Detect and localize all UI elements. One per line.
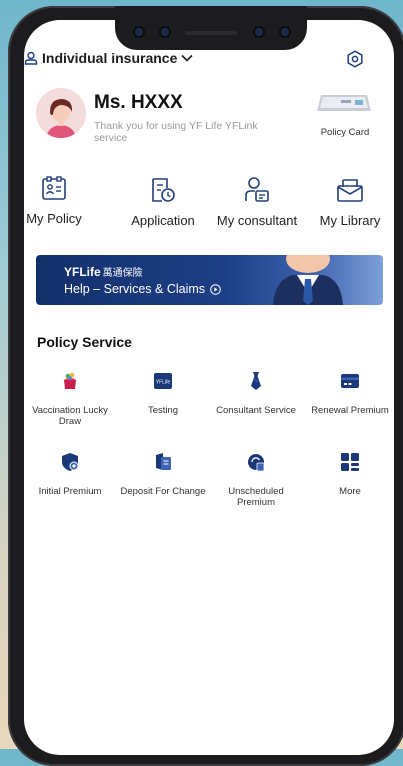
- vaccination-lucky-draw-button[interactable]: Vaccination Lucky Draw: [26, 371, 114, 427]
- avatar[interactable]: [36, 88, 86, 138]
- quick-action-label: My consultant: [216, 213, 298, 228]
- insurance-type-selector[interactable]: Individual insurance: [24, 50, 193, 66]
- help-services-banner[interactable]: YFLife 萬通保險 Help – Services & Claims: [36, 255, 383, 305]
- settings-icon[interactable]: [346, 50, 364, 68]
- camera-notch: [115, 6, 307, 50]
- gift-icon: [64, 372, 76, 389]
- welcome-text: Thank you for using YF Life YFLink servi…: [94, 120, 258, 144]
- camera-lens: [161, 28, 169, 36]
- help-link: Help – Services & Claims: [64, 282, 221, 296]
- policy-card-button[interactable]: Policy Card: [310, 92, 380, 142]
- tie-icon: [251, 372, 261, 390]
- brand-name: YFLife: [64, 265, 101, 279]
- user-name: Ms. HXXX: [94, 92, 183, 113]
- sensor-dot: [255, 28, 263, 36]
- quick-action-label: My Policy: [26, 211, 82, 226]
- shield-plus-icon: [62, 453, 79, 471]
- consultant-service-button[interactable]: Consultant Service: [212, 371, 300, 416]
- service-label: Deposit For Change: [120, 486, 206, 497]
- consultant-icon: [245, 177, 269, 202]
- policy-card-icon: [317, 95, 371, 111]
- deposit-doc-icon: [156, 453, 171, 470]
- refresh-doc-icon: [248, 454, 265, 472]
- my-library-button[interactable]: My Library: [304, 176, 396, 228]
- unscheduled-premium-button[interactable]: Unscheduled Premium: [212, 452, 300, 508]
- top-bar: Individual insurance: [24, 50, 364, 72]
- service-label: Initial Premium: [38, 486, 102, 497]
- my-consultant-button[interactable]: My consultant: [211, 176, 303, 228]
- policy-service-title: Policy Service: [37, 334, 132, 350]
- service-label: Renewal Premium: [311, 405, 389, 416]
- chevron-down-icon: [181, 54, 193, 62]
- sensor-dot: [281, 28, 289, 36]
- quick-actions: My Policy Application My consultant My L…: [26, 176, 388, 236]
- brand-chinese-name: 萬通保險: [102, 268, 143, 279]
- application-button[interactable]: Application: [117, 176, 209, 228]
- service-label: Vaccination Lucky Draw: [32, 405, 108, 427]
- initial-premium-button[interactable]: Initial Premium: [26, 452, 114, 497]
- more-services-button[interactable]: More: [306, 452, 394, 497]
- consultant-photo: [273, 255, 343, 305]
- deposit-for-change-button[interactable]: Deposit For Change: [119, 452, 207, 497]
- person-icon: [24, 51, 38, 65]
- application-clock-icon: [152, 178, 175, 202]
- insurance-type-label: Individual insurance: [42, 50, 178, 66]
- avatar-illustration: [36, 88, 86, 138]
- service-label: Testing: [147, 405, 179, 416]
- library-envelope-icon: [337, 179, 363, 202]
- testing-button[interactable]: YFLife Testing: [119, 371, 207, 416]
- speaker-grille: [185, 31, 237, 35]
- yflife-logo-icon: YFLife: [154, 373, 172, 389]
- service-label: More: [339, 486, 361, 497]
- policy-card-label: Policy Card: [320, 127, 370, 138]
- card-icon: [341, 374, 359, 388]
- grid-more-icon: [341, 453, 359, 471]
- quick-action-label: Application: [131, 213, 195, 228]
- policy-id-icon: [42, 176, 66, 200]
- my-policy-button[interactable]: My Policy: [8, 176, 100, 226]
- quick-action-label: My Library: [319, 213, 381, 228]
- service-label: Unscheduled Premium: [228, 486, 284, 508]
- brand-logo: YFLife 萬通保險: [64, 264, 143, 279]
- service-label: Consultant Service: [216, 405, 296, 416]
- svg-text:YFLife: YFLife: [156, 380, 171, 386]
- help-text: Help – Services & Claims: [64, 282, 206, 296]
- renewal-premium-button[interactable]: Renewal Premium: [306, 371, 394, 416]
- sensor-dot: [135, 28, 143, 36]
